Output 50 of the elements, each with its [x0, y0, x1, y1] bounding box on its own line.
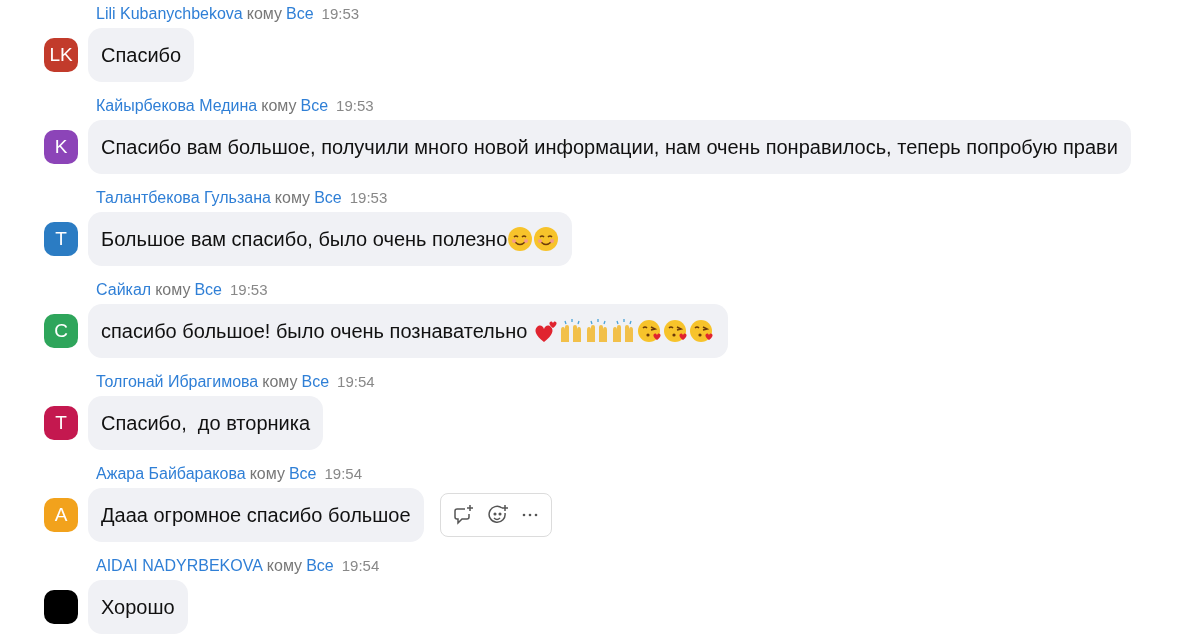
sender-name[interactable]: Талантбекова Гульзана — [96, 186, 271, 210]
to-label: кому — [155, 280, 191, 300]
sender-name[interactable]: Lili Kubanychbekova — [96, 2, 243, 26]
message-time: 19:54 — [341, 556, 380, 576]
avatar[interactable] — [44, 590, 78, 624]
avatar[interactable]: T — [44, 406, 78, 440]
to-label: кому — [266, 556, 303, 576]
avatar[interactable]: K — [44, 130, 78, 164]
to-label: кому — [262, 372, 298, 392]
message-time: 19:53 — [336, 96, 374, 116]
kissing-face-icon — [662, 318, 689, 344]
sender-name[interactable]: Ажара Байбаракова — [96, 462, 246, 486]
sender-name[interactable]: Толгонай Ибрагимова — [96, 370, 259, 394]
recipient-name[interactable]: Все — [288, 462, 317, 486]
add-reaction-icon[interactable] — [486, 504, 509, 526]
message-time: 19:54 — [324, 464, 363, 484]
recipient-name[interactable]: Все — [300, 94, 329, 118]
message-text: Дааа огромное спасибо большое — [101, 503, 411, 528]
more-icon[interactable] — [520, 512, 539, 518]
to-label: кому — [274, 188, 311, 208]
message-time: 19:53 — [321, 4, 360, 24]
smiling-face-icon — [533, 226, 560, 252]
avatar[interactable]: T — [44, 222, 78, 256]
message-text: Спасибо, до вторника — [101, 411, 311, 436]
kissing-face-icon — [688, 318, 715, 344]
recipient-name[interactable]: Все — [286, 2, 314, 26]
recipient-name[interactable]: Все — [306, 554, 334, 578]
avatar[interactable]: С — [44, 314, 78, 348]
sender-name[interactable]: AIDAI NADYRBEKOVA — [96, 554, 263, 578]
message-text: Спасибо — [101, 43, 182, 68]
add-reply-icon[interactable] — [452, 504, 475, 526]
recipient-name[interactable]: Все — [301, 370, 330, 394]
recipient-name[interactable]: Все — [314, 186, 342, 210]
to-label: кому — [249, 464, 285, 484]
recipient-name[interactable]: Все — [194, 278, 222, 302]
avatar[interactable]: LK — [44, 38, 78, 72]
message-time: 19:54 — [337, 372, 375, 392]
message-time: 19:53 — [230, 280, 268, 300]
sender-name[interactable]: Кайырбекова Медина — [96, 94, 258, 118]
sender-name[interactable]: Сайкал — [96, 278, 152, 302]
message-time: 19:53 — [349, 188, 388, 208]
message-text: спасибо большое! было очень познавательно — [101, 319, 529, 344]
to-label: кому — [261, 96, 297, 116]
avatar[interactable]: A — [44, 498, 78, 532]
message-text: Хорошо — [101, 595, 175, 620]
message-text: Спасибо вам большое, получили много новой информации, нам очень понравилось, теперь попробую прави — [101, 135, 1118, 160]
to-label: кому — [246, 4, 283, 24]
smiling-face-icon — [507, 226, 534, 252]
kissing-face-icon — [636, 318, 663, 344]
message-text: Большое вам спасибо, было очень полезно — [101, 227, 508, 252]
